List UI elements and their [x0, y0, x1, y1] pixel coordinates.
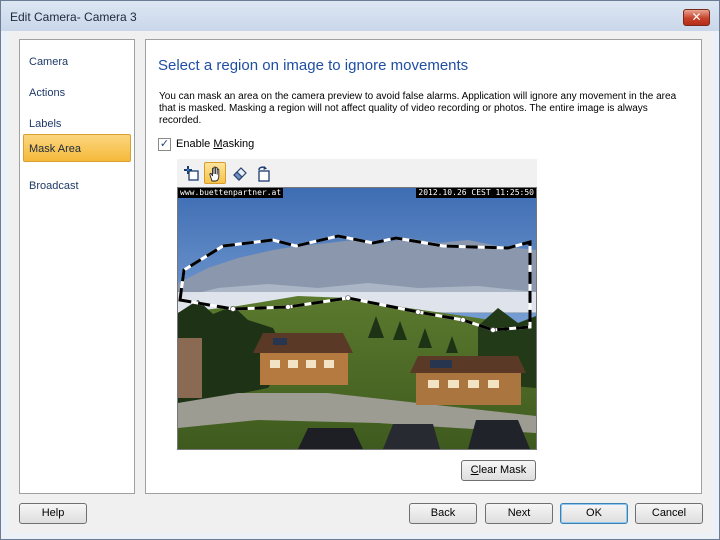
add-point-tool[interactable]	[180, 162, 202, 184]
description-text: You can mask an area on the camera previ…	[159, 91, 677, 126]
enable-masking-label: Enable Masking	[176, 138, 255, 150]
erase-tool[interactable]	[228, 162, 250, 184]
sidebar-item-actions[interactable]: Actions	[23, 78, 131, 106]
next-button[interactable]: Next	[485, 503, 553, 524]
settings-sidebar: Camera Actions Labels Mask Area Broadcas…	[19, 39, 135, 494]
close-button[interactable]: ✕	[683, 9, 710, 26]
mask-toolbar	[177, 159, 537, 187]
title-bar[interactable]: Edit Camera- Camera 3 ✕	[1, 1, 719, 31]
add-point-icon	[184, 166, 199, 181]
help-button[interactable]: Help	[19, 503, 87, 524]
cancel-button[interactable]: Cancel	[635, 503, 703, 524]
dialog-body: Camera Actions Labels Mask Area Broadcas…	[9, 31, 711, 533]
sidebar-item-labels[interactable]: Labels	[23, 109, 131, 137]
page-title: Select a region on image to ignore movem…	[158, 57, 469, 74]
sidebar-item-broadcast[interactable]: Broadcast	[23, 171, 131, 199]
sidebar-item-mask-area[interactable]: Mask Area	[23, 134, 131, 162]
back-button[interactable]: Back	[409, 503, 477, 524]
osd-source-label: www.buettenpartner.at	[178, 188, 284, 198]
osd-timestamp: 2012.10.26 CEST 11:25:50	[416, 188, 536, 198]
ok-button[interactable]: OK	[560, 503, 628, 524]
eraser-icon	[233, 167, 247, 181]
camera-image	[178, 188, 536, 449]
rotate-icon	[258, 166, 270, 182]
rotate-tool[interactable]	[252, 162, 274, 184]
pan-tool[interactable]	[204, 162, 226, 184]
camera-preview[interactable]: www.buettenpartner.at 2012.10.26 CEST 11…	[177, 187, 537, 450]
sidebar-item-camera[interactable]: Camera	[23, 47, 131, 75]
enable-masking-checkbox[interactable]: ✓	[158, 138, 171, 151]
mask-area-panel: Select a region on image to ignore movem…	[145, 39, 702, 494]
edit-camera-dialog: Edit Camera- Camera 3 ✕ Camera Actions L…	[0, 0, 720, 540]
hand-pan-icon	[209, 166, 220, 182]
window-title: Edit Camera- Camera 3	[10, 10, 137, 24]
clear-mask-button[interactable]: Clear Mask	[461, 460, 536, 481]
